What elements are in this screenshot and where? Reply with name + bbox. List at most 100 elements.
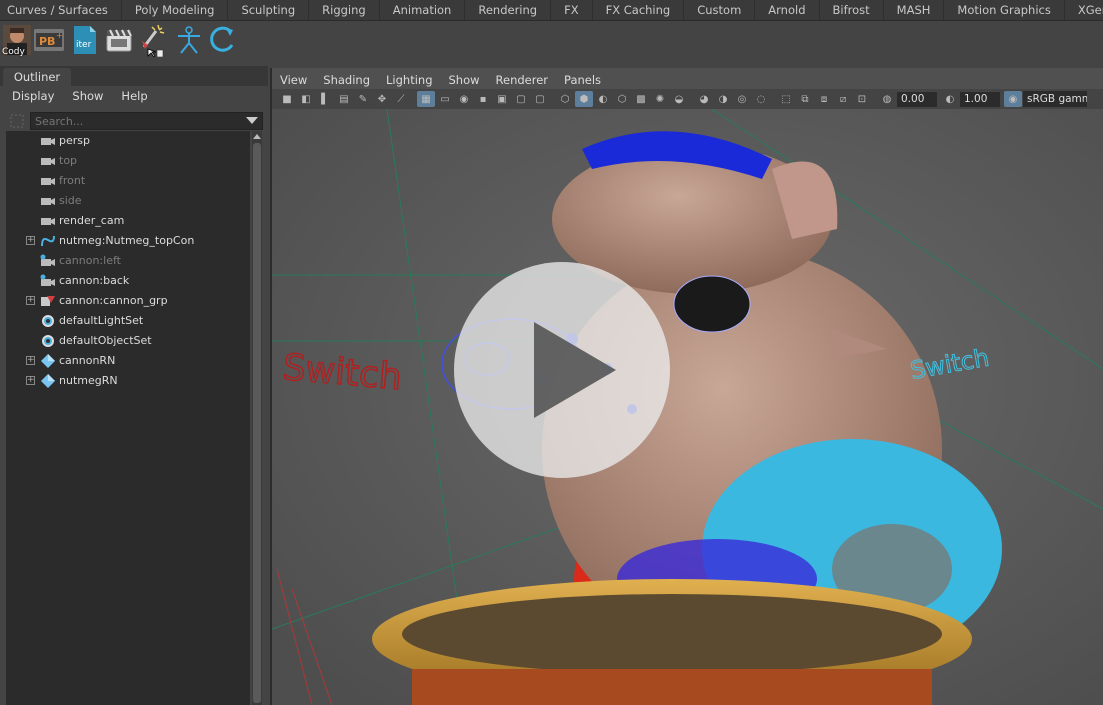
tree-item[interactable]: + cannonRN: [6, 351, 250, 371]
tree-item[interactable]: cannon:left: [6, 251, 250, 271]
refresh-button[interactable]: [208, 25, 238, 55]
scroll-up-icon[interactable]: [252, 131, 262, 141]
backface-icon[interactable]: ⊡: [853, 91, 871, 107]
shelf-tab-rigging[interactable]: Rigging: [309, 0, 380, 20]
field-chart-icon[interactable]: ▣: [493, 91, 511, 107]
camera-blue-icon: [40, 274, 56, 288]
viewport-menu-view[interactable]: View: [272, 73, 315, 87]
safe-action-icon[interactable]: ▢: [512, 91, 530, 107]
tree-item[interactable]: front: [6, 171, 250, 191]
tree-item[interactable]: render_cam: [6, 211, 250, 231]
wireframe-icon[interactable]: ⬡: [556, 91, 574, 107]
tree-item[interactable]: side: [6, 191, 250, 211]
shelf-tab-mash[interactable]: MASH: [884, 0, 945, 20]
viewport-menu-renderer[interactable]: Renderer: [488, 73, 557, 87]
tree-item[interactable]: + nutmeg:Nutmeg_topCon: [6, 231, 250, 251]
isolate-select-icon[interactable]: ⬚: [777, 91, 795, 107]
video-play-button[interactable]: [454, 262, 670, 478]
shelf-tab-poly-modeling[interactable]: Poly Modeling: [122, 0, 229, 20]
lights-icon[interactable]: ✺: [651, 91, 669, 107]
shelf-tab-arnold[interactable]: Arnold: [755, 0, 820, 20]
xray-active-icon[interactable]: ⧈: [815, 91, 833, 107]
viewport-scene[interactable]: Switch Switch: [272, 109, 1103, 705]
outliner-scrollbar[interactable]: [252, 131, 262, 705]
exposure-field[interactable]: 0.00: [897, 91, 937, 107]
search-box[interactable]: [30, 112, 263, 130]
iter-button[interactable]: iter: [70, 25, 100, 55]
shelf-tab-fx-caching[interactable]: FX Caching: [593, 0, 685, 20]
shelf-tab-animation[interactable]: Animation: [380, 0, 466, 20]
expand-icon[interactable]: +: [26, 376, 35, 385]
magic-wand-button[interactable]: [138, 24, 168, 57]
textured-icon[interactable]: ▩: [632, 91, 650, 107]
shelf-tab-custom[interactable]: Custom: [684, 0, 756, 20]
film-gate-icon[interactable]: ▭: [436, 91, 454, 107]
exposure-icon[interactable]: ◍: [878, 91, 896, 107]
outliner-menu-show[interactable]: Show: [60, 89, 109, 103]
resolution-gate-icon[interactable]: ◉: [455, 91, 473, 107]
expand-icon[interactable]: +: [26, 236, 35, 245]
shelf-tab-rendering[interactable]: Rendering: [465, 0, 552, 20]
tree-item[interactable]: defaultObjectSet: [6, 331, 250, 351]
filter-icon[interactable]: [10, 114, 24, 128]
expand-icon[interactable]: +: [26, 356, 35, 365]
image-plane-icon[interactable]: ▤: [335, 91, 353, 107]
set-icon: [40, 314, 56, 328]
clapper-button[interactable]: [104, 25, 134, 55]
camera-attributes-icon[interactable]: ◧: [297, 91, 315, 107]
playblast-button[interactable]: PB +: [34, 25, 64, 55]
viewport-menu-lighting[interactable]: Lighting: [378, 73, 440, 87]
bookmark-icon[interactable]: ▌: [316, 91, 334, 107]
shelf-tab-curves-surfaces[interactable]: Curves / Surfaces: [0, 0, 122, 20]
outliner-search-row: [6, 111, 263, 131]
gamma-icon[interactable]: ◐: [941, 91, 959, 107]
shadows-icon[interactable]: ◒: [670, 91, 688, 107]
tree-item[interactable]: cannon:back: [6, 271, 250, 291]
scrollbar-thumb[interactable]: [253, 143, 261, 703]
search-input[interactable]: [31, 113, 235, 129]
antialias-icon[interactable]: ◎: [733, 91, 751, 107]
depth-of-field-icon[interactable]: ◌: [752, 91, 770, 107]
gate-mask-icon[interactable]: ▪: [474, 91, 492, 107]
shelf-tab-xgen[interactable]: XGen: [1065, 0, 1103, 20]
joint-button[interactable]: [174, 25, 204, 55]
tree-item-label: cannon:left: [59, 254, 121, 267]
outliner-menu-help[interactable]: Help: [109, 89, 153, 103]
shelf-tab-fx[interactable]: FX: [551, 0, 593, 20]
grease-pencil-icon[interactable]: ✎: [354, 91, 372, 107]
smooth-shade-icon[interactable]: ⬢: [575, 91, 593, 107]
expand-icon[interactable]: +: [26, 296, 35, 305]
screen-space-ao-icon[interactable]: ◕: [695, 91, 713, 107]
wireframe-on-shaded-icon[interactable]: ⬡: [613, 91, 631, 107]
tree-item[interactable]: + cannon:cannon_grp: [6, 291, 250, 311]
default-material-icon[interactable]: ◐: [594, 91, 612, 107]
shelf-tab-sculpting[interactable]: Sculpting: [228, 0, 310, 20]
xray-icon[interactable]: ⧉: [796, 91, 814, 107]
outliner-menu-display[interactable]: Display: [0, 89, 60, 103]
tree-item[interactable]: + nutmegRN: [6, 371, 250, 391]
gamma-field[interactable]: 1.00: [960, 91, 1000, 107]
motion-blur-icon[interactable]: ◑: [714, 91, 732, 107]
tree-item-label: top: [59, 154, 78, 167]
tree-item[interactable]: top: [6, 151, 250, 171]
tree-item[interactable]: persp: [6, 131, 250, 151]
safe-title-icon[interactable]: ▢: [531, 91, 549, 107]
viewport-menu-shading[interactable]: Shading: [315, 73, 378, 87]
shelf-tab-motion-graphics[interactable]: Motion Graphics: [944, 0, 1065, 20]
shelf-tab-bifrost[interactable]: Bifrost: [820, 0, 884, 20]
grid-icon[interactable]: ▦: [417, 91, 435, 107]
cody-avatar-icon[interactable]: Cody: [2, 25, 32, 57]
color-management-icon[interactable]: ◉: [1004, 91, 1022, 107]
shelf-tab-bar: Curves / Surfaces Poly Modeling Sculpting R…: [0, 0, 1103, 21]
color-space-dropdown[interactable]: sRGB gamm: [1023, 91, 1087, 107]
viewport-menu-panels[interactable]: Panels: [556, 73, 609, 87]
tree-item-label: front: [59, 174, 86, 187]
xray-joints-icon[interactable]: ⧄: [834, 91, 852, 107]
viewport-menu-show[interactable]: Show: [441, 73, 488, 87]
tree-item[interactable]: defaultLightSet: [6, 311, 250, 331]
chevron-down-icon[interactable]: [246, 117, 258, 125]
tab-outliner[interactable]: Outliner: [3, 68, 71, 86]
select-camera-icon[interactable]: ■: [278, 91, 296, 107]
grease-icon[interactable]: ⟋: [392, 91, 410, 107]
two-d-pan-icon[interactable]: ✥: [373, 91, 391, 107]
